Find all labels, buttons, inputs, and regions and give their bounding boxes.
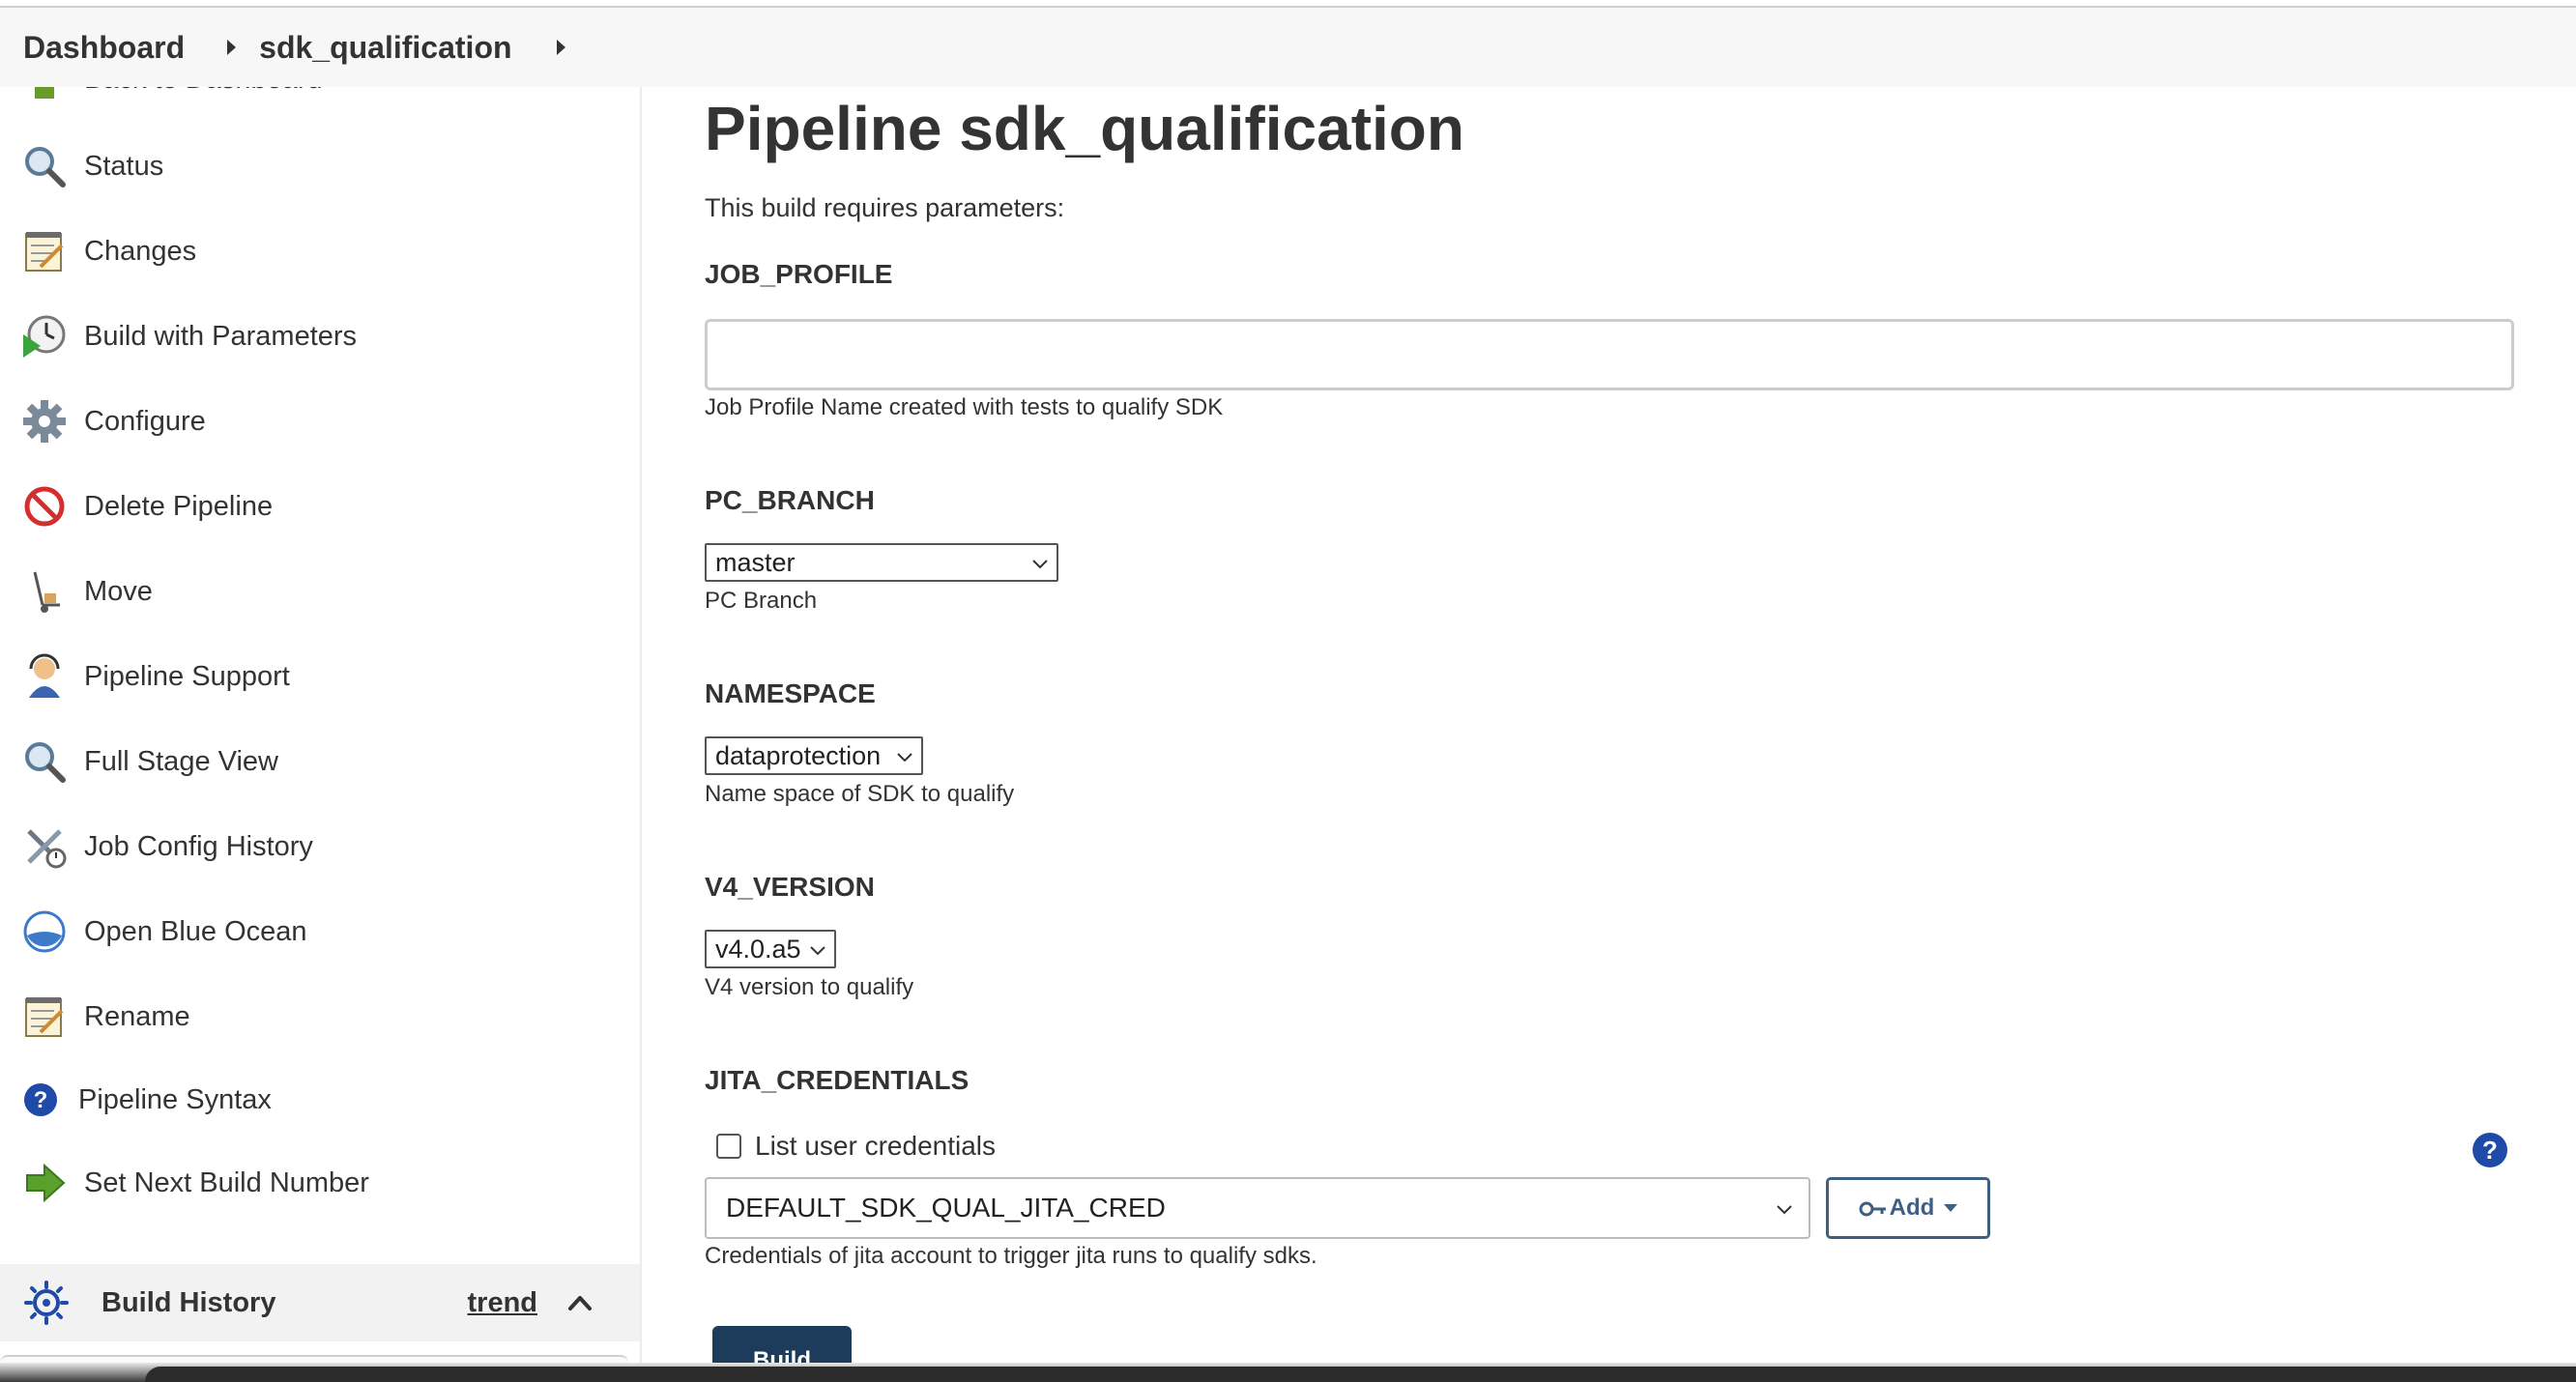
param-v4-version-label: V4_VERSION	[705, 872, 875, 902]
green-arrow-icon	[21, 1160, 68, 1206]
sidebar-item-move[interactable]: Move	[21, 562, 153, 620]
chevron-up-icon[interactable]	[563, 1285, 597, 1320]
sidebar-item-job-config-history[interactable]: Job Config History	[21, 818, 313, 876]
help-circle-icon: ?	[21, 1080, 60, 1119]
list-user-credentials-label: List user credentials	[755, 1131, 997, 1161]
sidebar-item-configure[interactable]: Configure	[21, 392, 206, 450]
sidebar-item-label: Move	[84, 575, 153, 607]
sidebar-item-label: Delete Pipeline	[84, 490, 274, 522]
job-profile-input[interactable]	[705, 319, 2514, 390]
sidebar-item-label: Changes	[84, 235, 197, 267]
sidebar-item-label: Pipeline Support	[84, 660, 290, 692]
build-history-title: Build History	[101, 1286, 276, 1318]
magnifier-icon	[21, 143, 68, 189]
v4-version-selected-value: v4.0.a5	[715, 934, 801, 964]
pc-branch-selected-value: master	[715, 547, 796, 577]
key-icon	[1859, 1198, 1888, 1218]
param-jita-credentials-description: Credentials of jita account to trigger j…	[705, 1243, 1317, 1269]
param-job-profile-label: JOB_PROFILE	[705, 259, 893, 289]
trend-link[interactable]: trend	[468, 1287, 538, 1319]
sidebar-item-label: Back to Dashboard	[84, 87, 323, 96]
sidebar-item-open-blue-ocean[interactable]: Open Blue Ocean	[21, 903, 307, 961]
namespace-selected-value: dataprotection	[715, 740, 882, 770]
param-job-profile-description: Job Profile Name created with tests to q…	[705, 394, 1224, 420]
breadcrumb-separator-icon[interactable]	[227, 40, 237, 55]
breadcrumb-sdk-qualification[interactable]: sdk_qualification	[259, 30, 511, 66]
sidebar-item-label: Open Blue Ocean	[84, 915, 307, 947]
sidebar-item-rename[interactable]: Rename	[21, 988, 190, 1046]
param-v4-version-description: V4 version to qualify	[705, 974, 914, 1000]
sidebar-item-label: Rename	[84, 1000, 190, 1032]
namespace-select[interactable]: dataprotection	[705, 736, 923, 775]
build-history-header: Build History trend	[0, 1264, 640, 1341]
sidebar-item-set-next-build-number[interactable]: Set Next Build Number	[21, 1154, 369, 1212]
window-top-edge	[0, 0, 2576, 8]
tools-icon	[21, 823, 68, 870]
gear-icon	[21, 398, 68, 445]
sidebar-item-label: Set Next Build Number	[84, 1166, 369, 1198]
v4-version-select[interactable]: v4.0.a5	[705, 930, 836, 968]
jita-credentials-selected-value: DEFAULT_SDK_QUAL_JITA_CRED	[726, 1193, 1166, 1223]
sidebar-item-pipeline-support[interactable]: Pipeline Support	[21, 648, 290, 705]
breadcrumb: Dashboard sdk_qualification	[0, 8, 2576, 87]
taskbar-edge	[145, 1367, 2576, 1382]
sidebar-item-label: Status	[84, 150, 164, 182]
param-pc-branch-description: PC Branch	[705, 588, 818, 614]
help-icon[interactable]: ?	[2473, 1133, 2507, 1167]
sidebar-item-pipeline-syntax[interactable]: ? Pipeline Syntax	[21, 1071, 272, 1129]
main-content: Pipeline sdk_qualification This build re…	[705, 87, 2576, 1382]
breadcrumb-separator-icon[interactable]	[556, 40, 565, 55]
sidebar-item-build-with-parameters[interactable]: Build with Parameters	[21, 307, 357, 365]
magnifier-icon	[21, 738, 68, 785]
blue-ocean-icon	[21, 908, 68, 955]
clock-play-icon	[21, 313, 68, 360]
sidebar-item-delete-pipeline[interactable]: Delete Pipeline	[21, 477, 273, 535]
chevron-down-icon	[1777, 1205, 1792, 1215]
param-jita-credentials-label: JITA_CREDENTIALS	[705, 1065, 970, 1095]
svg-text:?: ?	[34, 1087, 48, 1113]
sidebar-item-label: Pipeline Syntax	[78, 1083, 272, 1115]
sidebar-item-label: Build with Parameters	[84, 320, 358, 352]
pc-branch-select[interactable]: master	[705, 543, 1058, 582]
sidebar-item-status[interactable]: Status	[21, 137, 163, 195]
hand-truck-icon	[21, 568, 68, 615]
add-credentials-button[interactable]: Add	[1826, 1177, 1990, 1239]
no-entry-icon	[21, 483, 68, 530]
sidebar-item-label: Full Stage View	[84, 745, 278, 777]
param-namespace-label: NAMESPACE	[705, 678, 876, 708]
sidebar-item-label: Configure	[84, 405, 206, 437]
sidebar: Back to Dashboard Status Changes Build w…	[0, 87, 642, 1382]
page-title: Pipeline sdk_qualification	[705, 94, 1464, 163]
caret-down-icon	[1944, 1204, 1958, 1212]
up-arrow-icon	[21, 87, 68, 102]
param-namespace-description: Name space of SDK to qualify	[705, 781, 1015, 807]
chevron-down-icon	[1032, 560, 1048, 569]
chevron-down-icon	[810, 946, 825, 956]
build-params-intro: This build requires parameters:	[705, 193, 1065, 222]
param-pc-branch-label: PC_BRANCH	[705, 485, 875, 515]
list-user-credentials-row: List user credentials	[716, 1131, 996, 1162]
sidebar-item-full-stage-view[interactable]: Full Stage View	[21, 733, 278, 791]
list-user-credentials-checkbox[interactable]	[716, 1134, 741, 1159]
notepad-icon	[21, 228, 68, 274]
support-person-icon	[21, 653, 68, 700]
sidebar-item-back-to-dashboard[interactable]: Back to Dashboard	[21, 87, 323, 108]
notepad-icon	[21, 993, 68, 1040]
sidebar-item-changes[interactable]: Changes	[21, 222, 196, 280]
add-button-label: Add	[1889, 1195, 1935, 1221]
build-history-icon	[23, 1280, 70, 1326]
jita-credentials-select[interactable]: DEFAULT_SDK_QUAL_JITA_CRED	[705, 1177, 1810, 1239]
breadcrumb-dashboard[interactable]: Dashboard	[23, 30, 185, 66]
sidebar-item-label: Job Config History	[84, 830, 313, 862]
chevron-down-icon	[897, 753, 912, 763]
